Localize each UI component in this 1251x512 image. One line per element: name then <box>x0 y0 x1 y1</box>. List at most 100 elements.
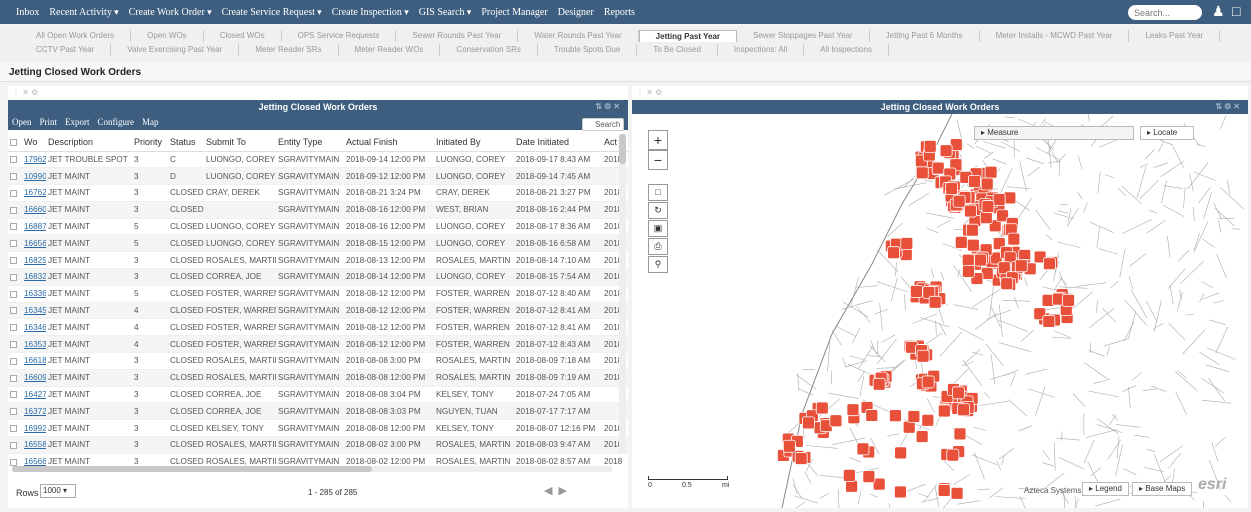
work-order-marker[interactable] <box>928 295 942 309</box>
work-order-marker[interactable] <box>872 377 886 391</box>
tab-sewer-rounds-past-year[interactable]: Sewer Rounds Past Year <box>396 30 519 42</box>
work-order-marker[interactable] <box>962 264 975 278</box>
work-order-marker[interactable] <box>1003 191 1017 205</box>
work-order-marker[interactable] <box>1000 277 1014 291</box>
tab-trouble-spots-due[interactable]: Trouble Spots Due <box>538 44 638 56</box>
work-order-link[interactable]: 16609 <box>22 369 46 387</box>
rows-per-page-select[interactable]: 1000 ▾ <box>40 484 76 498</box>
work-order-link[interactable]: 16346 <box>22 318 46 337</box>
work-order-marker[interactable] <box>1062 293 1075 307</box>
row-checkbox[interactable] <box>8 436 22 454</box>
work-order-marker[interactable] <box>894 446 908 460</box>
work-order-link[interactable]: 16618 <box>22 352 46 370</box>
work-order-marker[interactable] <box>964 204 977 218</box>
work-order-marker[interactable] <box>981 200 995 213</box>
row-checkbox[interactable] <box>8 167 22 186</box>
nav-item-create-work-order[interactable]: Create Work Order <box>129 7 212 18</box>
work-order-marker[interactable] <box>915 430 929 443</box>
tab-open-wos[interactable]: Open WOs <box>131 30 204 42</box>
row-checkbox[interactable] <box>8 369 22 387</box>
work-order-marker[interactable] <box>966 238 980 252</box>
work-order-marker[interactable] <box>965 223 979 237</box>
column-header-priority[interactable]: Priority <box>132 134 168 152</box>
work-order-marker[interactable] <box>907 410 921 423</box>
work-order-marker[interactable] <box>957 403 970 417</box>
tab-meter-reader-wos[interactable]: Meter Reader WOs <box>339 44 441 56</box>
work-order-marker[interactable] <box>794 452 808 465</box>
nav-item-reports[interactable]: Reports <box>604 7 635 18</box>
work-order-marker[interactable] <box>862 470 876 484</box>
select-tool-icon[interactable]: □ <box>648 184 668 201</box>
work-order-link[interactable]: 16825 <box>22 251 46 270</box>
work-order-marker[interactable] <box>921 413 935 427</box>
work-order-marker[interactable] <box>923 139 937 153</box>
work-order-marker[interactable] <box>952 386 965 400</box>
work-order-link[interactable]: 17962 <box>22 151 46 169</box>
lasso-tool-icon[interactable]: ↻ <box>648 202 668 219</box>
work-order-marker[interactable] <box>865 409 879 422</box>
work-order-marker[interactable] <box>954 235 968 249</box>
tab-meter-reader-srs[interactable]: Meter Reader SRs <box>239 44 339 56</box>
nav-item-create-service-request[interactable]: Create Service Request <box>222 7 322 18</box>
work-order-marker[interactable] <box>916 349 930 363</box>
table-row[interactable]: 16992 JET MAINT 3 CLOSED KELSEY, TONY SGRAVIT… <box>8 419 628 438</box>
column-header-date-initiated[interactable]: Date Initiated <box>514 134 602 152</box>
locate-button[interactable]: ▸ Locate <box>1140 126 1194 140</box>
work-order-marker[interactable] <box>946 448 960 462</box>
work-order-marker[interactable] <box>889 409 902 423</box>
row-checkbox[interactable] <box>8 318 22 337</box>
table-row[interactable]: 16558 JET MAINT 3 CLOSED ROSALES, MARTIN SGRA… <box>8 436 628 454</box>
column-header-entity-type[interactable]: Entity Type <box>276 134 344 152</box>
column-header-status[interactable]: Status <box>168 134 204 152</box>
table-row[interactable]: 16832 JET MAINT 3 CLOSED CORREA, JOE SGRAVITY… <box>8 268 628 286</box>
table-row[interactable]: 16346 JET MAINT 4 CLOSED FOSTER, WARREN SGRAV… <box>8 318 628 337</box>
work-order-marker[interactable] <box>931 161 945 175</box>
work-order-link[interactable]: 16345 <box>22 302 46 320</box>
table-row[interactable]: 16336 JET MAINT 5 CLOSED FOSTER, WARREN SGRAV… <box>8 285 628 303</box>
work-order-marker[interactable] <box>782 439 796 453</box>
column-header-initiated-by[interactable]: Initiated By <box>434 134 514 152</box>
column-header-select[interactable] <box>8 134 22 152</box>
tab-inspections-all[interactable]: Inspections: All <box>718 44 805 56</box>
map-pane-controls[interactable]: ⋮ ✕ ⚙ <box>632 86 1248 100</box>
work-order-marker[interactable] <box>950 486 964 500</box>
row-checkbox[interactable] <box>8 151 22 169</box>
work-order-marker[interactable] <box>952 194 966 208</box>
row-checkbox[interactable] <box>8 302 22 320</box>
legend-button[interactable]: ▸ Legend <box>1082 482 1129 496</box>
work-order-link[interactable]: 16372 <box>22 402 46 421</box>
work-order-marker[interactable] <box>1043 257 1056 271</box>
row-checkbox[interactable] <box>8 352 22 370</box>
work-order-markers[interactable] <box>777 138 1075 500</box>
work-order-marker[interactable] <box>921 375 935 389</box>
grid-horizontal-scrollbar[interactable] <box>12 466 612 472</box>
nav-item-create-inspection[interactable]: Create Inspection <box>332 7 409 18</box>
nav-item-recent-activity[interactable]: Recent Activity <box>49 7 118 18</box>
map-window-controls[interactable]: ⇅⚙✕ <box>1215 100 1242 114</box>
work-order-link[interactable]: 16656 <box>22 234 46 253</box>
table-row[interactable]: 16345 JET MAINT 4 CLOSED FOSTER, WARREN SGRAV… <box>8 302 628 320</box>
identify-tool-icon[interactable]: ⚲ <box>648 256 668 273</box>
work-order-marker[interactable] <box>968 174 981 188</box>
row-checkbox[interactable] <box>8 419 22 438</box>
row-checkbox[interactable] <box>8 402 22 421</box>
column-header-actual-finish[interactable]: Actual Finish <box>344 134 434 152</box>
user-icon[interactable]: ♟ <box>1212 3 1225 20</box>
table-row[interactable]: 10990 JET MAINT 3 D LUONGO, COREY SGRAVITYMAI… <box>8 167 628 186</box>
table-row[interactable]: 16618 JET MAINT 3 CLOSED ROSALES, MARTIN SGRA… <box>8 352 628 370</box>
work-order-marker[interactable] <box>974 253 987 267</box>
work-order-marker[interactable] <box>846 403 860 417</box>
tab-valve-exercising-past-year[interactable]: Valve Exercising Past Year <box>111 44 240 56</box>
toolbar-configure-button[interactable]: Configure <box>98 117 135 127</box>
work-order-marker[interactable] <box>802 416 815 430</box>
extent-tool-icon[interactable]: ▣ <box>648 220 668 237</box>
row-checkbox[interactable] <box>8 218 22 236</box>
tab-sewer-stoppages-past-year[interactable]: Sewer Stoppages Past Year <box>737 30 870 42</box>
table-row[interactable]: 16660 JET MAINT 3 CLOSED SGRAVITYMAIN 2018-08… <box>8 201 628 219</box>
work-order-marker[interactable] <box>902 420 916 434</box>
work-order-marker[interactable] <box>992 193 1006 206</box>
row-checkbox[interactable] <box>8 268 22 286</box>
row-checkbox[interactable] <box>8 251 22 270</box>
work-order-link[interactable]: 16336 <box>22 285 46 303</box>
work-order-link[interactable]: 16558 <box>22 436 46 454</box>
